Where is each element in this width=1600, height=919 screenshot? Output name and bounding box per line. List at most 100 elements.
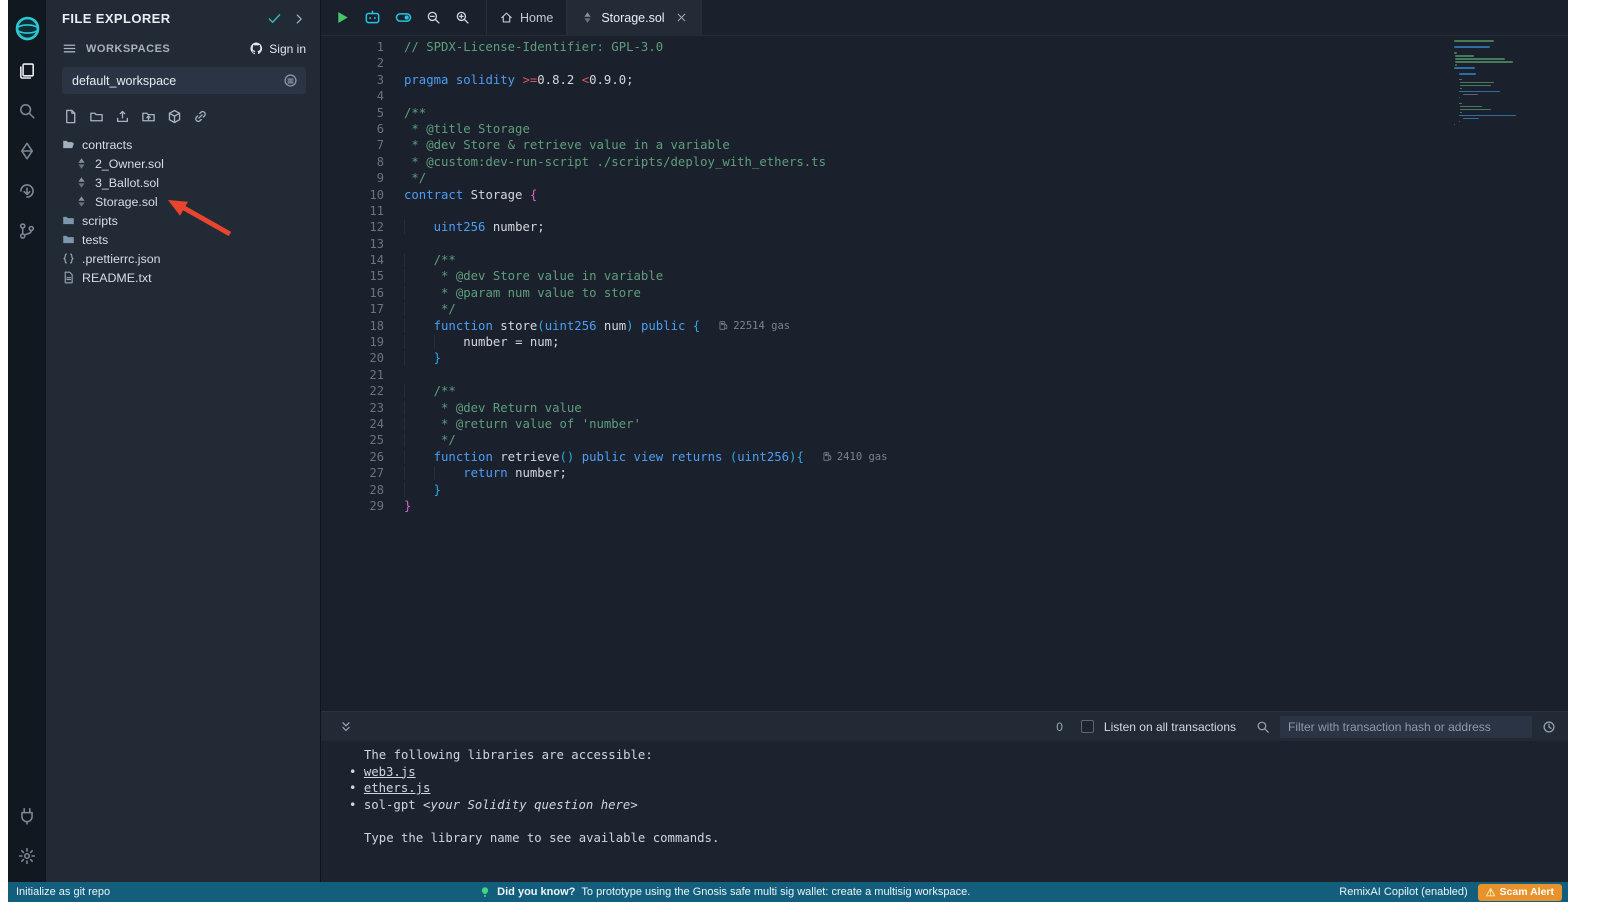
expand-terminal-icon[interactable] bbox=[339, 720, 353, 734]
tab-storage-sol[interactable]: Storage.sol bbox=[567, 0, 701, 35]
line-number: 14 bbox=[321, 252, 384, 268]
chevron-right-icon[interactable] bbox=[292, 12, 306, 26]
tree-item-Storage.sol[interactable]: Storage.sol bbox=[46, 192, 320, 211]
sidebar-plugin-manager[interactable] bbox=[8, 796, 46, 836]
file-explorer-icon bbox=[18, 62, 36, 80]
code-line-15[interactable]: 15 * @dev Store value in variable bbox=[321, 268, 1568, 284]
workspace-options-icon[interactable] bbox=[283, 73, 298, 88]
code-line-23[interactable]: 23 * @dev Return value bbox=[321, 400, 1568, 416]
code-text: /** bbox=[384, 252, 456, 268]
terminal-line bbox=[321, 813, 1568, 830]
copilot-status[interactable]: RemixAI Copilot (enabled) bbox=[1339, 886, 1467, 898]
ai-robot-icon[interactable] bbox=[364, 9, 381, 26]
tree-item-label: tests bbox=[82, 233, 108, 247]
code-line-19[interactable]: 19 number = num; bbox=[321, 334, 1568, 350]
status-bar: Initialize as git repo Did you know? To … bbox=[8, 882, 1568, 902]
tree-item-README.txt[interactable]: README.txt bbox=[46, 268, 320, 287]
code-line-3[interactable]: 3pragma solidity >=0.8.2 <0.9.0; bbox=[321, 72, 1568, 88]
play-icon[interactable] bbox=[335, 10, 350, 25]
sidebar-git[interactable] bbox=[8, 211, 46, 251]
history-icon[interactable] bbox=[1542, 720, 1556, 734]
code-text: } bbox=[384, 482, 441, 498]
toolbar-new-file-icon[interactable] bbox=[63, 109, 78, 124]
terminal-line: Type the library name to see available c… bbox=[321, 830, 1568, 847]
code-line-9[interactable]: 9 */ bbox=[321, 170, 1568, 186]
tree-item-3_Ballot.sol[interactable]: 3_Ballot.sol bbox=[46, 173, 320, 192]
search-icon[interactable] bbox=[1256, 720, 1270, 734]
code-line-24[interactable]: 24 * @return value of 'number' bbox=[321, 416, 1568, 432]
code-line-8[interactable]: 8 * @custom:dev-run-script ./scripts/dep… bbox=[321, 154, 1568, 170]
code-line-29[interactable]: 29} bbox=[321, 498, 1568, 514]
toolbar-upload-file-icon[interactable] bbox=[115, 109, 130, 124]
code-text: number = num; bbox=[384, 334, 560, 350]
tree-item-.prettierrc.json[interactable]: .prettierrc.json bbox=[46, 249, 320, 268]
check-icon[interactable] bbox=[267, 11, 282, 26]
code-line-25[interactable]: 25 */ bbox=[321, 432, 1568, 448]
sidebar-search[interactable] bbox=[8, 91, 46, 131]
gas-pump-icon bbox=[822, 451, 833, 462]
tab-storage-label: Storage.sol bbox=[601, 11, 664, 25]
code-line-22[interactable]: 22 /** bbox=[321, 383, 1568, 399]
code-text: * @dev Store value in variable bbox=[384, 268, 663, 284]
zoom-in-icon[interactable] bbox=[455, 10, 470, 25]
line-number: 9 bbox=[321, 170, 384, 186]
code-line-26[interactable]: 26 function retrieve() public view retur… bbox=[321, 449, 1568, 465]
code-line-11[interactable]: 11 bbox=[321, 203, 1568, 219]
tab-home[interactable]: Home bbox=[486, 0, 567, 35]
minimap[interactable] bbox=[1454, 40, 1520, 127]
tree-item-2_Owner.sol[interactable]: 2_Owner.sol bbox=[46, 154, 320, 173]
code-editor[interactable]: 1// SPDX-License-Identifier: GPL-3.023pr… bbox=[321, 36, 1568, 711]
code-line-20[interactable]: 20 } bbox=[321, 350, 1568, 366]
code-line-14[interactable]: 14 /** bbox=[321, 252, 1568, 268]
code-line-18[interactable]: 18 function store(uint256 num) public {2… bbox=[321, 318, 1568, 334]
code-line-6[interactable]: 6 * @title Storage bbox=[321, 121, 1568, 137]
code-line-21[interactable]: 21 bbox=[321, 367, 1568, 383]
code-line-10[interactable]: 10contract Storage { bbox=[321, 187, 1568, 203]
terminal[interactable]: The following libraries are accessible:•… bbox=[321, 741, 1568, 882]
tree-item-label: 3_Ballot.sol bbox=[95, 176, 159, 190]
github-icon bbox=[249, 41, 264, 56]
code-text: /** bbox=[384, 105, 426, 121]
git-init-status[interactable]: Initialize as git repo bbox=[16, 886, 110, 898]
toolbar-link-icon[interactable] bbox=[193, 109, 208, 124]
code-text bbox=[384, 55, 404, 71]
toolbar-upload-folder-icon[interactable] bbox=[141, 109, 156, 124]
code-line-17[interactable]: 17 */ bbox=[321, 301, 1568, 317]
code-line-1[interactable]: 1// SPDX-License-Identifier: GPL-3.0 bbox=[321, 39, 1568, 55]
tree-item-tests[interactable]: tests bbox=[46, 230, 320, 249]
code-line-7[interactable]: 7 * @dev Store & retrieve value in a var… bbox=[321, 137, 1568, 153]
tree-item-label: Storage.sol bbox=[95, 195, 158, 209]
toolbar-box-icon[interactable] bbox=[167, 109, 182, 124]
code-line-4[interactable]: 4 bbox=[321, 88, 1568, 104]
sidebar-settings[interactable] bbox=[8, 836, 46, 876]
close-tab-icon[interactable] bbox=[675, 11, 688, 24]
workspace-select[interactable]: default_workspace bbox=[62, 67, 306, 94]
code-line-12[interactable]: 12 uint256 number; bbox=[321, 219, 1568, 235]
sign-in-button[interactable]: Sign in bbox=[249, 41, 306, 56]
code-line-13[interactable]: 13 bbox=[321, 236, 1568, 252]
git-icon bbox=[18, 222, 36, 240]
code-line-27[interactable]: 27 return number; bbox=[321, 465, 1568, 481]
sidebar-deploy-run[interactable] bbox=[8, 171, 46, 211]
tree-item-scripts[interactable]: scripts bbox=[46, 211, 320, 230]
workspaces-label: WORKSPACES bbox=[86, 43, 240, 55]
terminal-link[interactable]: web3.js bbox=[364, 765, 416, 779]
code-text: uint256 number; bbox=[384, 219, 545, 235]
code-line-5[interactable]: 5/** bbox=[321, 105, 1568, 121]
bullet: • bbox=[349, 798, 364, 812]
scam-alert-badge[interactable]: ⚠ Scam Alert bbox=[1478, 884, 1562, 901]
workspaces-menu-icon[interactable] bbox=[62, 41, 77, 56]
zoom-out-icon[interactable] bbox=[426, 10, 441, 25]
code-line-2[interactable]: 2 bbox=[321, 55, 1568, 71]
toolbar-new-folder-icon[interactable] bbox=[89, 109, 104, 124]
line-number: 8 bbox=[321, 154, 384, 170]
transaction-filter-input[interactable] bbox=[1280, 716, 1532, 738]
tree-item-contracts[interactable]: contracts bbox=[46, 135, 320, 154]
sidebar-file-explorer[interactable] bbox=[8, 51, 46, 91]
code-line-28[interactable]: 28 } bbox=[321, 482, 1568, 498]
listen-checkbox[interactable] bbox=[1081, 720, 1094, 733]
terminal-link[interactable]: ethers.js bbox=[364, 781, 431, 795]
ai-toggle-icon[interactable] bbox=[395, 9, 412, 26]
sidebar-solidity-compiler[interactable] bbox=[8, 131, 46, 171]
code-line-16[interactable]: 16 * @param num value to store bbox=[321, 285, 1568, 301]
